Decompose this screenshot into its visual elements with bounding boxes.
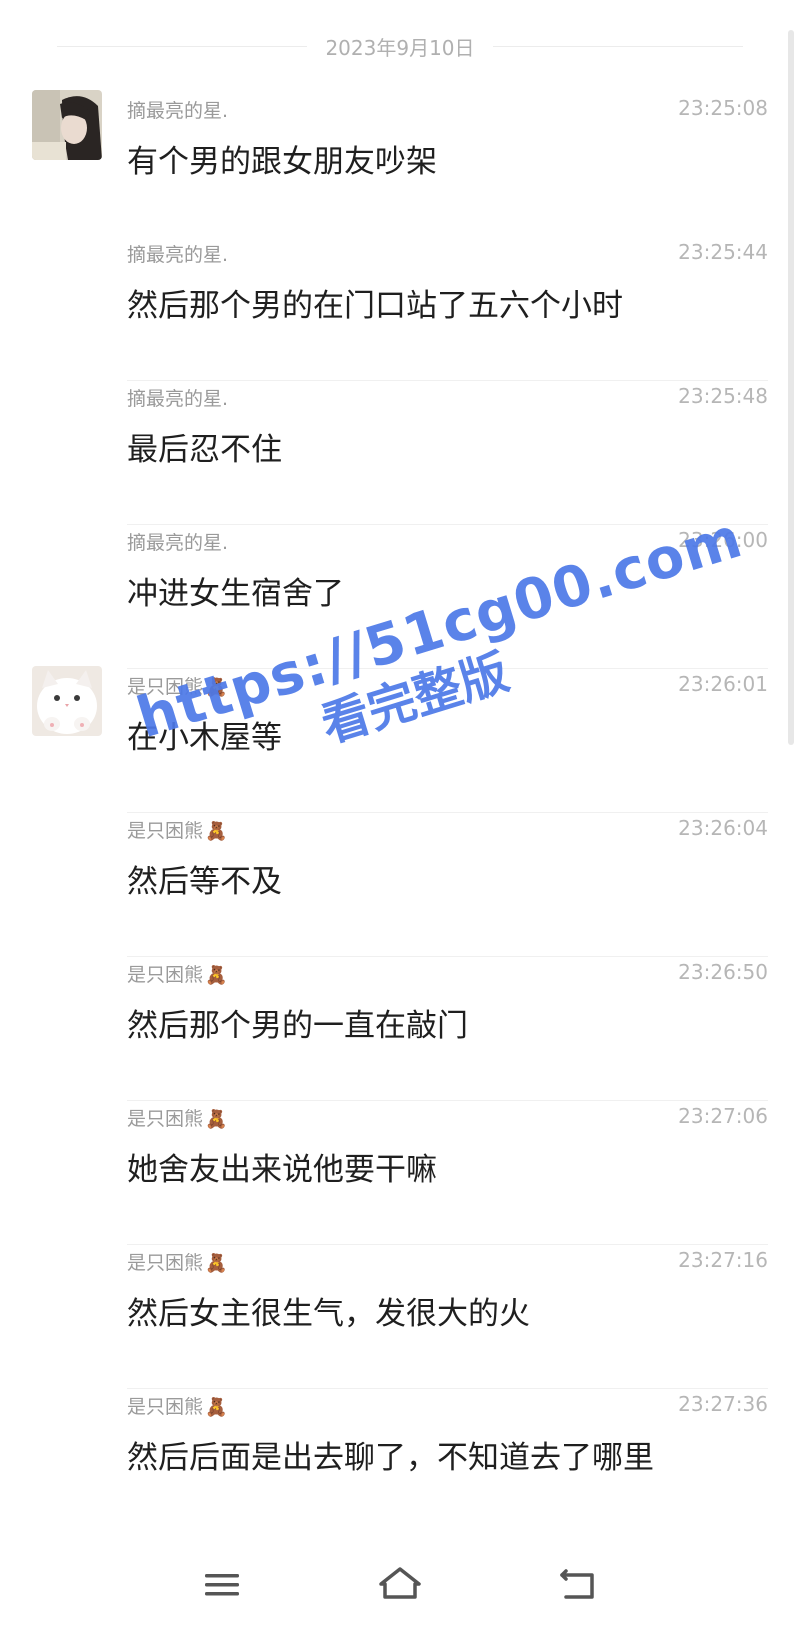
sender-name: 摘最亮的星. bbox=[127, 244, 229, 266]
message-time: 23:25:44 bbox=[678, 240, 768, 264]
sender-name: 是只困熊 🧸 bbox=[127, 1392, 227, 1419]
message-text: 然后那个男的一直在敲门 bbox=[127, 1008, 468, 1044]
divider bbox=[127, 956, 768, 957]
message-text: 然后等不及 bbox=[127, 864, 282, 900]
bear-emoji-icon: 🧸 bbox=[205, 965, 228, 986]
chat-message[interactable]: 是只困熊 🧸 23:27:36 然后后面是出去聊了，不知道去了哪里 bbox=[0, 1390, 800, 1540]
message-time: 23:26:50 bbox=[678, 960, 768, 984]
chat-message[interactable]: 是只困熊 🧸 23:27:16 然后女主很生气，发很大的火 bbox=[0, 1246, 800, 1396]
bear-emoji-icon: 🧸 bbox=[205, 1253, 228, 1274]
bear-emoji-icon: 🧸 bbox=[205, 1397, 228, 1418]
chat-message[interactable]: 是只困熊 🧸 23:27:06 她舍友出来说他要干嘛 bbox=[0, 1102, 800, 1252]
back-icon bbox=[560, 1569, 594, 1599]
bear-emoji-icon: 🧸 bbox=[205, 821, 228, 842]
message-text: 然后后面是出去聊了，不知道去了哪里 bbox=[127, 1440, 654, 1476]
sender-name: 是只困熊 🧸 bbox=[127, 960, 227, 987]
date-separator: 2023年9月10日 bbox=[0, 26, 800, 66]
sender-name: 是只困熊 🧸 bbox=[127, 1248, 227, 1275]
home-icon bbox=[379, 1567, 421, 1599]
message-time: 23:27:06 bbox=[678, 1104, 768, 1128]
sender-name-text: 是只困熊 bbox=[127, 1396, 204, 1418]
message-time: 23:25:08 bbox=[678, 96, 768, 120]
avatar[interactable] bbox=[32, 90, 102, 160]
divider bbox=[127, 1388, 768, 1389]
message-text: 冲进女生宿舍了 bbox=[127, 576, 344, 612]
sender-name-text: 是只困熊 bbox=[127, 964, 204, 986]
sender-name: 是只困熊 🧸 bbox=[127, 1104, 227, 1131]
message-time: 23:27:16 bbox=[678, 1248, 768, 1272]
date-label: 2023年9月10日 bbox=[325, 35, 475, 60]
chat-message[interactable]: 摘最亮的星. 23:25:44 然后那个男的在门口站了五六个小时 bbox=[0, 238, 800, 388]
message-text: 然后女主很生气，发很大的火 bbox=[127, 1296, 530, 1332]
message-time: 23:26:04 bbox=[678, 816, 768, 840]
bear-emoji-icon: 🧸 bbox=[205, 1109, 228, 1130]
message-time: 23:25:48 bbox=[678, 384, 768, 408]
avatar[interactable] bbox=[32, 666, 102, 736]
sender-name-text: 是只困熊 bbox=[127, 1108, 204, 1130]
back-button[interactable] bbox=[548, 1555, 608, 1615]
cat-photo-avatar bbox=[32, 666, 102, 736]
girl-photo-avatar bbox=[32, 90, 102, 160]
date-line-right bbox=[492, 45, 743, 47]
chat-message[interactable]: 是只困熊 🧸 23:26:50 然后那个男的一直在敲门 bbox=[0, 958, 800, 1108]
chat-message[interactable]: 摘最亮的星. 23:25:48 最后忍不住 bbox=[0, 382, 800, 532]
message-time: 23:26:01 bbox=[678, 672, 768, 696]
chat-message[interactable]: 摘最亮的星. 23:25:08 有个男的跟女朋友吵架 bbox=[0, 90, 800, 244]
divider bbox=[127, 1100, 768, 1101]
divider bbox=[127, 380, 768, 381]
sender-name-text: 是只困熊 bbox=[127, 1252, 204, 1274]
divider bbox=[127, 1244, 768, 1245]
sender-name: 摘最亮的星. bbox=[127, 532, 229, 554]
date-line-left bbox=[57, 45, 308, 47]
sender-name: 摘最亮的星. bbox=[127, 388, 229, 410]
message-text: 最后忍不住 bbox=[127, 432, 282, 468]
sender-name: 摘最亮的星. bbox=[127, 100, 229, 122]
message-text: 有个男的跟女朋友吵架 bbox=[127, 144, 437, 180]
message-text: 然后那个男的在门口站了五六个小时 bbox=[127, 288, 623, 324]
home-button[interactable] bbox=[370, 1555, 430, 1615]
menu-button[interactable] bbox=[192, 1555, 252, 1615]
chat-message[interactable]: 是只困熊 🧸 23:26:04 然后等不及 bbox=[0, 814, 800, 964]
message-time: 23:27:36 bbox=[678, 1392, 768, 1416]
navigation-bar bbox=[0, 1535, 800, 1638]
menu-icon bbox=[205, 1574, 239, 1596]
message-text: 她舍友出来说他要干嘛 bbox=[127, 1152, 437, 1188]
